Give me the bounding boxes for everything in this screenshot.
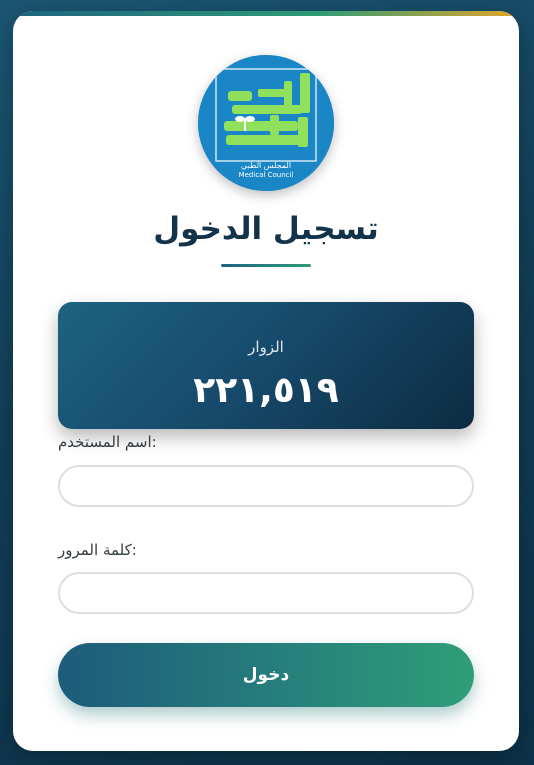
- logo-english-text: Medical Council: [238, 171, 294, 179]
- title-underline: [221, 264, 311, 267]
- login-card: المجلس الطبي Medical Council تسجيل الدخو…: [13, 11, 519, 751]
- password-label: كلمة المرور:: [58, 541, 137, 559]
- login-button[interactable]: دخول: [58, 643, 474, 707]
- logo-arabic-text: المجلس الطبي: [240, 161, 292, 170]
- username-input[interactable]: [58, 465, 474, 507]
- password-input[interactable]: [58, 572, 474, 614]
- username-label: اسم المستخدم:: [58, 433, 157, 451]
- visitors-label: الزوار: [248, 338, 284, 356]
- visitors-count: ٢٢١,٥١٩: [193, 370, 339, 411]
- top-accent-bar: [13, 11, 519, 16]
- visitors-counter-card: الزوار ٢٢١,٥١٩: [58, 302, 474, 429]
- page-title: تسجيل الدخول: [153, 211, 379, 247]
- medical-council-logo-icon: المجلس الطبي Medical Council: [198, 55, 334, 191]
